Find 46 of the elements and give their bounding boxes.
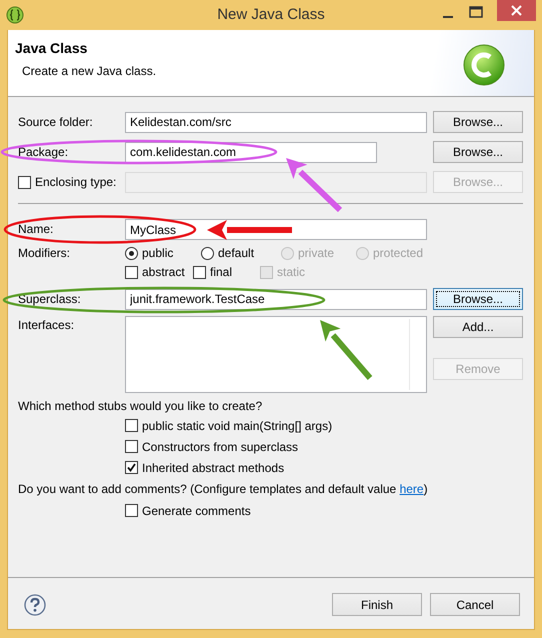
checkbox[interactable] (193, 266, 206, 278)
field-label: Interfaces: (18, 317, 76, 334)
checkbox[interactable] (125, 461, 138, 474)
checkbox-label: final (210, 264, 232, 281)
checkbox-label: Constructors from superclass (142, 438, 298, 456)
checkbox-label: static (277, 264, 306, 281)
checkbox-label: Inherited abstract methods (142, 460, 284, 476)
browse-button[interactable]: Browse... (433, 288, 523, 310)
field-label: Name: (18, 221, 54, 238)
checkbox[interactable] (125, 419, 138, 432)
text-field[interactable]: Kelidestan.com/src (125, 112, 427, 132)
help-icon[interactable] (24, 594, 46, 616)
browse-button[interactable]: Browse... (433, 111, 523, 133)
interface-button[interactable]: Add... (433, 316, 523, 338)
radio-label: default (218, 245, 254, 262)
checkbox-label: public static void main(String[] args) (142, 418, 332, 434)
comments-question: Do you want to add comments? (Configure templates and default value here) (18, 481, 429, 498)
radio-button[interactable] (201, 246, 214, 260)
checkbox-label: Generate comments (142, 502, 251, 520)
app-icon (6, 6, 24, 24)
radio-label: protected (373, 245, 424, 262)
field-label: Package: (18, 144, 70, 160)
checkbox-label: Enclosing type: (35, 174, 116, 191)
checkbox[interactable] (125, 266, 138, 278)
here-link[interactable]: here (400, 482, 424, 496)
field-label: Superclass: (18, 290, 82, 308)
radio-label: private (298, 245, 334, 262)
checkbox-label: abstract (142, 264, 185, 281)
close-button[interactable] (497, 0, 536, 21)
checkbox[interactable] (125, 504, 138, 517)
close-icon (511, 5, 522, 16)
page-description: Create a new Java class. (22, 64, 156, 78)
radio-label: public (142, 245, 174, 262)
dialog-button[interactable]: Cancel (430, 593, 520, 616)
browse-button[interactable]: Browse... (433, 141, 523, 163)
field-label: Modifiers: (18, 245, 72, 262)
text-field[interactable]: junit.framework.TestCase (125, 288, 427, 310)
stubs-question: Which method stubs would you like to create? (18, 398, 264, 415)
window-title: New Java Class (217, 6, 325, 23)
radio-button[interactable] (125, 246, 138, 260)
class-logo-icon (463, 44, 505, 86)
maximize-icon[interactable] (468, 5, 484, 19)
field-label: Source folder: (18, 114, 94, 130)
page-title: Java Class (15, 40, 88, 56)
dialog-button[interactable]: Finish (332, 593, 422, 616)
checkbox[interactable] (125, 440, 138, 453)
